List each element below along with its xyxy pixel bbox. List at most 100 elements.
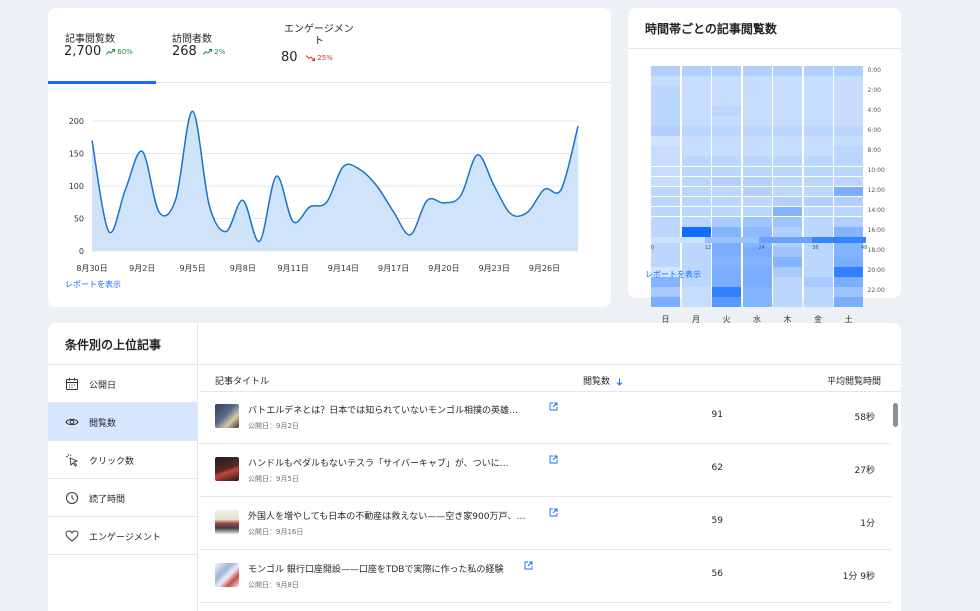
heatmap-cell[interactable] (681, 86, 711, 96)
tab-article-views[interactable]: 記事閲覧数 2,700 60% (48, 8, 156, 84)
heatmap-cell[interactable] (742, 66, 772, 76)
heatmap-cell[interactable] (834, 146, 863, 157)
heatmap-cell[interactable] (712, 287, 741, 297)
heatmap-cell[interactable] (681, 166, 711, 177)
heatmap-cell[interactable] (803, 146, 833, 157)
heatmap-cell[interactable] (803, 116, 833, 127)
heatmap-report-link[interactable]: レポートを表示 (645, 269, 701, 280)
heatmap-cell[interactable] (712, 96, 741, 106)
heatmap-cell[interactable] (742, 96, 772, 106)
heatmap-cell[interactable] (651, 146, 680, 157)
heatmap-cell[interactable] (803, 156, 833, 167)
heatmap-cell[interactable] (651, 216, 680, 227)
article-title[interactable]: バトエルデネとは？日本では知られていないモンゴル相撲の英雄… (248, 403, 518, 416)
heatmap-cell[interactable] (712, 226, 741, 237)
heatmap-cell[interactable] (803, 186, 833, 197)
heatmap-cell[interactable] (773, 146, 802, 157)
heatmap-cell[interactable] (742, 126, 772, 137)
heatmap-cell[interactable] (834, 196, 863, 207)
heatmap-cell[interactable] (681, 126, 711, 137)
heatmap-cell[interactable] (834, 277, 863, 287)
heatmap-cell[interactable] (651, 287, 680, 297)
heatmap-cell[interactable] (712, 66, 741, 76)
heatmap-cell[interactable] (803, 256, 833, 267)
heatmap-cell[interactable] (773, 196, 802, 207)
external-link-icon[interactable] (549, 455, 558, 464)
article-title[interactable]: モンゴル 銀行口座開設——口座をTDBで実際に作った私の経験 (248, 562, 503, 575)
heatmap-cell[interactable] (803, 96, 833, 106)
external-link-icon[interactable] (549, 402, 558, 411)
heatmap-cell[interactable] (681, 216, 711, 227)
heatmap-cell[interactable] (834, 76, 863, 86)
heatmap-cell[interactable] (773, 156, 802, 167)
heatmap-cell[interactable] (834, 206, 863, 217)
heatmap-cell[interactable] (681, 66, 711, 76)
heatmap-cell[interactable] (773, 126, 802, 137)
heatmap-cell[interactable] (834, 176, 863, 187)
heatmap-cell[interactable] (681, 256, 711, 267)
heatmap-cell[interactable] (834, 106, 863, 116)
heatmap-cell[interactable] (712, 186, 741, 197)
external-link-icon[interactable] (549, 508, 558, 517)
heatmap-cell[interactable] (712, 106, 741, 116)
heatmap-cell[interactable] (651, 256, 680, 267)
heatmap-cell[interactable] (681, 297, 711, 307)
heatmap-cell[interactable] (742, 76, 772, 86)
table-row[interactable]: 外国人を増やしても日本の不動産は救えない——空き家900万戸、… 公開日：9月1… (199, 498, 891, 550)
heatmap-cell[interactable] (681, 96, 711, 106)
heatmap-cell[interactable] (773, 267, 802, 277)
sidebar-item-views[interactable]: 閲覧数 (48, 403, 198, 441)
heatmap-cell[interactable] (681, 176, 711, 187)
heatmap-cell[interactable] (773, 297, 802, 307)
table-row[interactable]: モンゴル 銀行口座開設——口座をTDBで実際に作った私の経験 公開日：9月8日 … (199, 551, 891, 603)
heatmap-cell[interactable] (834, 96, 863, 106)
heatmap-cell[interactable] (773, 287, 802, 297)
heatmap-cell[interactable] (712, 126, 741, 137)
heatmap-cell[interactable] (742, 176, 772, 187)
heatmap-cell[interactable] (742, 206, 772, 217)
heatmap-cell[interactable] (742, 267, 772, 277)
heatmap-cell[interactable] (712, 86, 741, 96)
heatmap-cell[interactable] (712, 277, 741, 287)
heatmap-cell[interactable] (651, 297, 680, 307)
heatmap-cell[interactable] (712, 196, 741, 207)
external-link-icon[interactable] (524, 561, 533, 570)
heatmap-cell[interactable] (803, 86, 833, 96)
heatmap-cell[interactable] (681, 206, 711, 217)
heatmap-cell[interactable] (712, 216, 741, 227)
heatmap-cell[interactable] (681, 226, 711, 237)
heatmap-cell[interactable] (834, 126, 863, 137)
heatmap-cell[interactable] (681, 156, 711, 167)
heatmap-cell[interactable] (712, 146, 741, 157)
heatmap-cell[interactable] (773, 216, 802, 227)
heatmap-cell[interactable] (803, 126, 833, 137)
heatmap-cell[interactable] (803, 277, 833, 287)
heatmap-cell[interactable] (742, 116, 772, 127)
heatmap-cell[interactable] (773, 136, 802, 147)
sidebar-item-clicks[interactable]: クリック数 (48, 441, 198, 479)
report-link[interactable]: レポートを表示 (65, 279, 121, 290)
heatmap-cell[interactable] (773, 116, 802, 127)
heatmap-cell[interactable] (803, 106, 833, 116)
heatmap-cell[interactable] (803, 76, 833, 86)
column-header-views[interactable]: 閲覧数 (583, 374, 623, 387)
tab-engagement[interactable]: エンゲージメン ト 80 25% (266, 8, 386, 83)
heatmap-cell[interactable] (712, 256, 741, 267)
heatmap-cell[interactable] (651, 166, 680, 177)
heatmap-cell[interactable] (651, 116, 680, 127)
tab-visitors[interactable]: 訪問者数 268 2% (156, 8, 266, 83)
article-title[interactable]: ハンドルもペダルもないテスラ「サイバーキャブ」が、ついに… (248, 456, 509, 469)
heatmap-cell[interactable] (651, 106, 680, 116)
heatmap-cell[interactable] (834, 256, 863, 267)
heatmap-cell[interactable] (834, 166, 863, 177)
heatmap-cell[interactable] (773, 176, 802, 187)
heatmap-cell[interactable] (803, 267, 833, 277)
heatmap-cell[interactable] (803, 166, 833, 177)
heatmap-cell[interactable] (742, 226, 772, 237)
heatmap-cell[interactable] (834, 226, 863, 237)
heatmap-cell[interactable] (681, 287, 711, 297)
heatmap-cell[interactable] (651, 176, 680, 187)
heatmap-cell[interactable] (681, 186, 711, 197)
heatmap-cell[interactable] (803, 176, 833, 187)
heatmap-cell[interactable] (681, 196, 711, 207)
